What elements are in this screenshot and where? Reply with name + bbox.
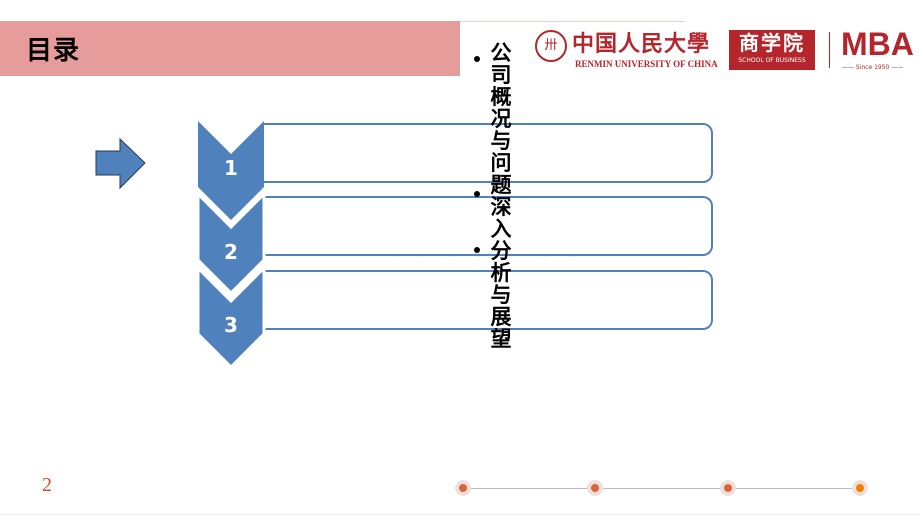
school-name-en: SCHOOL OF BUSINESS xyxy=(738,57,806,64)
right-arrow-icon xyxy=(95,138,146,190)
page-title: 目录 xyxy=(26,36,81,66)
bullet-dot xyxy=(474,191,480,197)
mba-label: MBA xyxy=(841,26,914,62)
footer-divider xyxy=(0,514,920,515)
bullet-dot xyxy=(474,247,480,253)
nav-dot-3[interactable] xyxy=(720,480,736,496)
university-name-cn: 中国人民大學 xyxy=(572,31,711,57)
step-number-2: 2 xyxy=(224,240,238,264)
nav-dot-4-active[interactable] xyxy=(852,480,868,496)
page-number: 2 xyxy=(42,474,52,496)
since-label: —— Since 1950 —— xyxy=(842,64,904,71)
logo-divider xyxy=(829,32,830,68)
step-number-1: 1 xyxy=(224,156,238,180)
school-logo: 卅 中国人民大學 RENMIN UNIVERSITY OF CHINA 商学院 … xyxy=(530,22,920,77)
nav-track xyxy=(462,488,862,489)
university-seal-icon: 卅 xyxy=(535,30,567,62)
university-name-en: RENMIN UNIVERSITY OF CHINA xyxy=(575,59,718,69)
agenda-text: 公司概况与问题深入分析与展望 xyxy=(490,41,512,351)
nav-dot-1[interactable] xyxy=(455,480,471,496)
step-number-3: 3 xyxy=(224,313,238,337)
bullet-dot xyxy=(474,56,480,62)
school-name-cn: 商学院 xyxy=(739,31,805,55)
nav-dot-2[interactable] xyxy=(587,480,603,496)
school-badge: 商学院 SCHOOL OF BUSINESS xyxy=(729,30,815,70)
